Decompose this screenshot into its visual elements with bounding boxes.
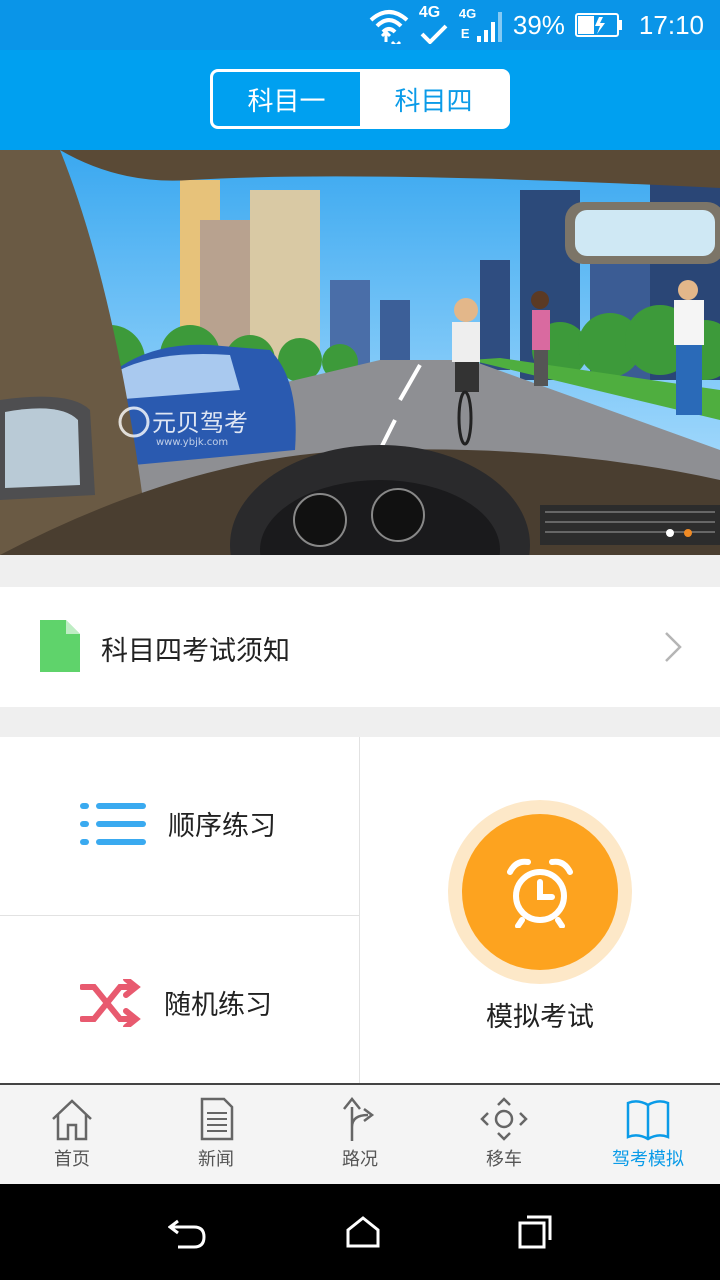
battery-percent: 39% — [512, 9, 565, 40]
tab-subject-one[interactable]: 科目一 — [213, 72, 360, 126]
shuffle-icon — [80, 978, 141, 1027]
tab-move-car[interactable]: 移车 — [432, 1085, 576, 1184]
system-nav-bar — [0, 1184, 720, 1280]
home-nav-icon[interactable] — [345, 1216, 381, 1248]
random-practice-button[interactable]: 随机练习 — [0, 916, 359, 1089]
status-bar: 4G 4G E 39% 17:10 — [0, 0, 720, 50]
tab-home[interactable]: 首页 — [0, 1085, 144, 1184]
signal-bars-icon: 4G E — [459, 6, 503, 44]
sequential-practice-label: 顺序练习 — [168, 811, 276, 842]
tab-road[interactable]: 路况 — [288, 1085, 432, 1184]
sequential-practice-button[interactable]: 顺序练习 — [0, 737, 359, 910]
book-icon — [626, 1100, 670, 1141]
back-icon[interactable] — [168, 1215, 208, 1249]
wifi-icon — [369, 10, 409, 44]
banner-watermark: 元贝驾考 — [152, 409, 248, 437]
mock-exam-circle — [462, 814, 618, 970]
document-icon — [40, 620, 80, 672]
practice-grid: 顺序练习 随机练习 模拟考试 — [0, 737, 720, 1084]
bottom-tab-bar: 首页 新闻 路况 移车 驾考模拟 — [0, 1083, 720, 1184]
home-icon — [52, 1099, 92, 1141]
exam-notice-row[interactable]: 科目四考试须知 — [0, 587, 720, 707]
banner-image: 元贝驾考 www.ybjk.com — [0, 150, 720, 555]
exam-notice-label: 科目四考试须知 — [101, 636, 290, 667]
random-practice-label: 随机练习 — [164, 990, 272, 1021]
road-icon — [343, 1097, 375, 1141]
banner-carousel[interactable]: 元贝驾考 www.ybjk.com — [0, 150, 720, 555]
recents-icon[interactable] — [518, 1215, 552, 1249]
chevron-right-icon — [665, 632, 682, 662]
tab-driving-exam[interactable]: 驾考模拟 — [576, 1085, 720, 1184]
move-car-icon — [480, 1097, 528, 1141]
subject-segment: 科目一 科目四 — [210, 69, 510, 129]
alarm-clock-icon — [507, 858, 573, 928]
signal-4g-icon: 4G — [419, 4, 449, 44]
mock-exam-button[interactable]: 模拟考试 — [360, 737, 720, 1084]
news-icon — [200, 1097, 234, 1141]
banner-watermark-url: www.ybjk.com — [156, 437, 228, 448]
carousel-dot-1[interactable] — [666, 529, 674, 537]
mock-exam-label: 模拟考试 — [486, 1002, 594, 1033]
tab-subject-four[interactable]: 科目四 — [360, 72, 507, 126]
app-header: 科目一 科目四 — [0, 50, 720, 150]
carousel-dot-2[interactable] — [684, 529, 692, 537]
clock: 17:10 — [638, 9, 704, 40]
tab-news[interactable]: 新闻 — [144, 1085, 288, 1184]
battery-icon — [574, 13, 622, 37]
list-icon — [80, 802, 146, 845]
